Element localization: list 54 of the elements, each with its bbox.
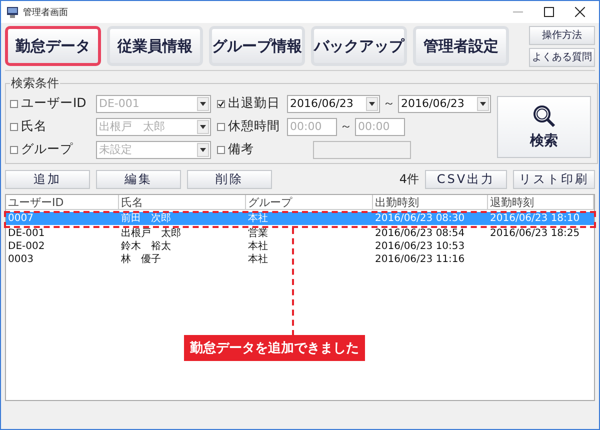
table-cell[interactable]: 本社 [246, 253, 373, 266]
table-cell[interactable]: 2016/06/23 11:16 [373, 253, 488, 266]
nav-tab[interactable]: 従業員情報 [107, 26, 203, 66]
table-cell[interactable]: DE-001 [6, 227, 119, 240]
field-label: グループ [21, 141, 74, 158]
table-cell[interactable]: 出根戸 太郎 [119, 227, 246, 240]
table-cell[interactable]: DE-002 [6, 240, 119, 253]
panel-title: 検索条件 [10, 75, 60, 92]
field-label: 出退勤日 [228, 95, 281, 112]
table-cell[interactable]: 0003 [6, 253, 119, 266]
column-header[interactable]: 退勤時刻 [488, 195, 594, 210]
column-header[interactable]: 出勤時刻 [373, 195, 488, 210]
table-cell[interactable]: 林 優子 [119, 253, 246, 266]
nav-tab[interactable]: 勤怠データ [5, 26, 101, 66]
callout-label: 勤怠データを追加できました [184, 335, 365, 361]
record-count: 4件 [399, 170, 419, 188]
export-button[interactable]: リスト印刷 [513, 170, 595, 188]
table-cell[interactable]: 2016/06/23 08:54 [373, 227, 488, 240]
column-header[interactable]: ユーザーID [6, 195, 119, 210]
table-cell[interactable]: 営業 [246, 227, 373, 240]
help-button[interactable]: 操作方法 [529, 26, 595, 44]
table-cell[interactable]: 鈴木 裕太 [119, 240, 246, 253]
memo-field[interactable] [313, 140, 411, 158]
date-field[interactable]: 2016/06/23 [287, 94, 380, 112]
checkbox[interactable] [217, 100, 225, 108]
field-label: 休憩時間 [228, 118, 281, 135]
table-cell[interactable]: 2016/06/23 18:25 [488, 227, 594, 240]
nav-tab[interactable]: 管理者設定 [413, 26, 509, 66]
search-button[interactable]: 検索 [497, 96, 591, 158]
window-title: 管理者画面 [23, 6, 69, 18]
export-button[interactable]: CSV出力 [425, 170, 507, 188]
action-button[interactable]: 追加 [5, 170, 90, 188]
table-cell[interactable]: 本社 [246, 240, 373, 253]
checkbox[interactable] [10, 122, 18, 130]
checkbox[interactable] [217, 122, 225, 130]
checkbox[interactable] [10, 100, 18, 108]
range-separator: ～ [383, 95, 395, 112]
date-field[interactable]: 2016/06/23 [398, 94, 491, 112]
field-label: 氏名 [21, 118, 48, 135]
search-icon [532, 104, 556, 128]
range-separator: ～ [340, 118, 352, 135]
column-header[interactable]: 氏名 [119, 195, 246, 210]
field-label: 備考 [228, 141, 255, 158]
column-header[interactable]: グループ [246, 195, 373, 210]
field-label: ユーザーID [21, 95, 88, 112]
table-cell[interactable]: 2016/06/23 10:53 [373, 240, 488, 253]
help-button[interactable]: よくある質問 [529, 48, 595, 66]
checkbox[interactable] [10, 146, 18, 154]
nav-tab[interactable]: バックアップ [311, 26, 407, 66]
action-button[interactable]: 削除 [187, 170, 272, 188]
action-button[interactable]: 編集 [96, 170, 181, 188]
nav-tab[interactable]: グループ情報 [209, 26, 305, 66]
app-icon [7, 6, 18, 18]
checkbox[interactable] [217, 146, 225, 154]
